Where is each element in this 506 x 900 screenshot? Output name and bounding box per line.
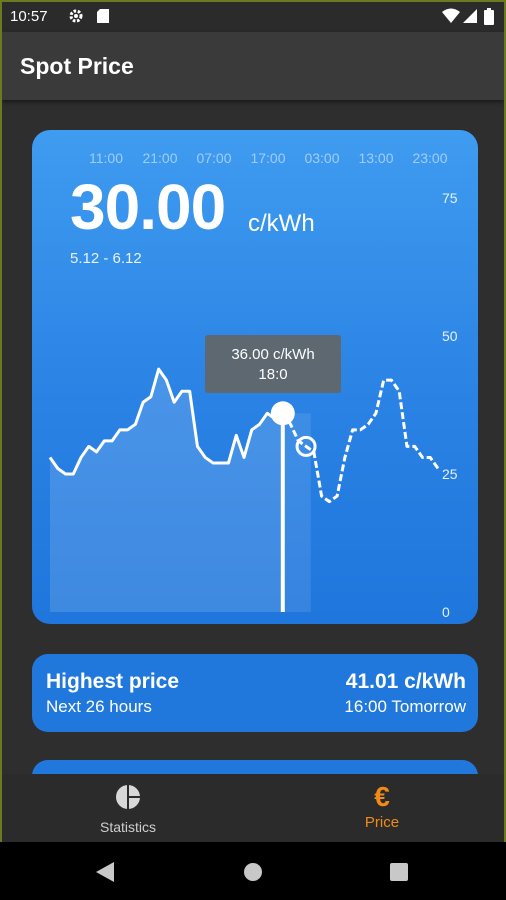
wifi-icon	[442, 8, 460, 28]
current-price: 30.00	[70, 171, 226, 243]
app-bar: Spot Price	[2, 32, 504, 100]
sd-card-icon	[96, 8, 110, 28]
y-tick-label: 50	[442, 328, 458, 344]
battery-icon	[484, 8, 494, 29]
tooltip-time: 18:0	[258, 366, 288, 383]
chart-highlight-area	[50, 369, 283, 612]
x-tick-label: 03:00	[304, 150, 339, 166]
app-screen: 10:57 Spot Price 0 25 50 75 11:00 21:00 07:00 1…	[0, 0, 506, 842]
highest-price-card[interactable]: Highest price Next 26 hours 41.01 c/kWh …	[32, 654, 478, 732]
signal-icon	[463, 8, 477, 28]
y-tick-label: 0	[442, 604, 450, 620]
nav-price-label: Price	[364, 814, 400, 831]
x-tick-label: 21:00	[142, 150, 177, 166]
x-tick-label: 13:00	[358, 150, 393, 166]
chart-tooltip: 36.00 c/kWh 18:0	[205, 335, 341, 393]
nav-statistics[interactable]: Statistics	[58, 784, 198, 835]
highest-price-subtitle: Next 26 hours	[46, 697, 152, 716]
back-icon[interactable]	[96, 862, 114, 887]
highest-price-value: 41.01 c/kWh	[345, 670, 466, 693]
current-price-unit: c/kWh	[248, 210, 315, 237]
y-tick-label: 75	[442, 190, 458, 206]
status-time: 10:57	[10, 8, 48, 25]
status-bar: 10:57	[2, 2, 504, 32]
x-tick-label: 11:00	[89, 150, 123, 166]
x-tick-label: 17:00	[250, 150, 285, 166]
home-icon[interactable]	[243, 862, 263, 887]
tooltip-price: 36.00 c/kWh	[231, 346, 315, 363]
nav-statistics-label: Statistics	[99, 819, 156, 835]
selected-point	[270, 401, 295, 426]
date-range: 5.12 - 6.12	[70, 250, 142, 267]
euro-icon: €	[374, 781, 390, 812]
gear-icon	[68, 8, 84, 28]
x-tick-label: 07:00	[196, 150, 231, 166]
bottom-navigation: Statistics € Price	[2, 774, 504, 842]
nav-price[interactable]: € Price	[312, 781, 452, 832]
system-navigation-bar	[0, 842, 506, 900]
y-tick-label: 25	[442, 466, 458, 482]
price-chart-card[interactable]: 0 25 50 75 11:00 21:00 07:00 17:00 03:00 13:00 23:…	[32, 130, 478, 624]
page-title: Spot Price	[20, 53, 134, 79]
x-tick-label: 23:00	[412, 150, 447, 166]
highest-price-title: Highest price	[46, 670, 180, 693]
pie-chart-icon	[115, 785, 141, 814]
highest-price-time: 16:00 Tomorrow	[344, 697, 466, 716]
recents-icon[interactable]	[390, 863, 408, 886]
